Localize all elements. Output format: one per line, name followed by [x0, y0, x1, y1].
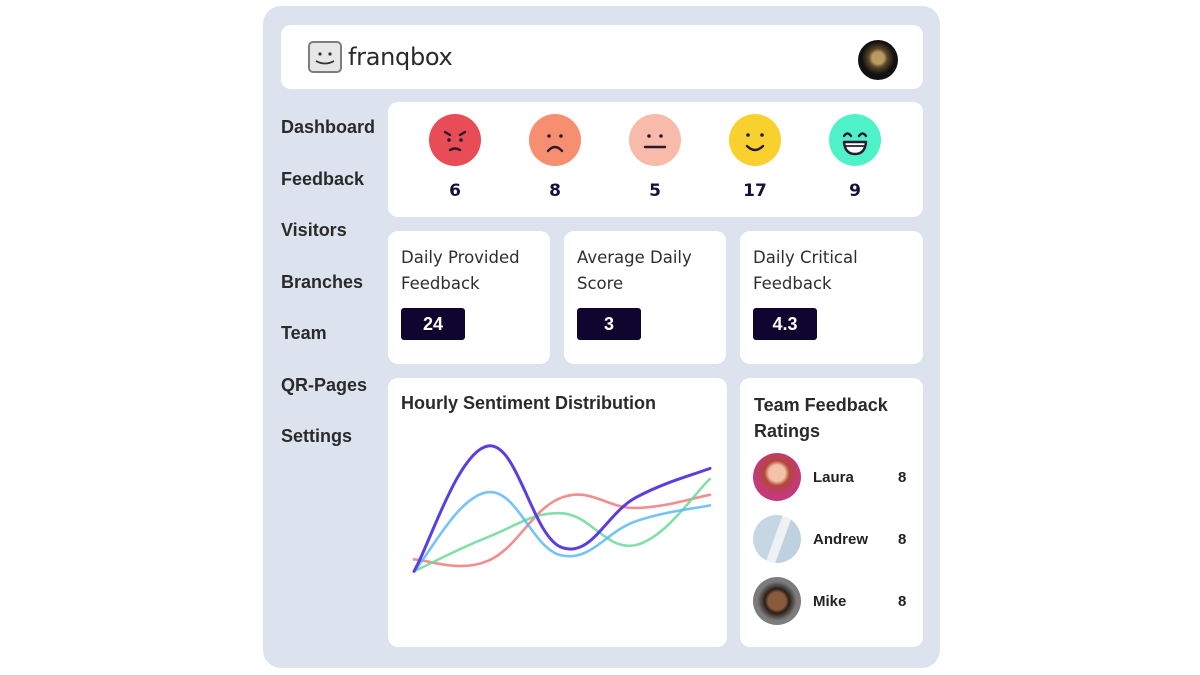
team-feedback-ratings: Team Feedback Ratings Laura 8 Andrew 8 M…	[740, 378, 923, 647]
member-score: 8	[898, 468, 907, 486]
stat-value: 3	[577, 308, 641, 340]
team-member-row[interactable]: Mike 8	[753, 576, 913, 626]
sidebar-nav: Dashboard Feedback Visitors Branches Tea…	[281, 114, 375, 475]
line-chart	[412, 444, 712, 573]
member-avatar	[753, 577, 801, 625]
happy-face-icon	[729, 114, 781, 166]
sidebar-item-branches[interactable]: Branches	[281, 269, 375, 321]
sentiment-summary: 6 8 5 17 9	[388, 102, 923, 217]
sidebar-item-visitors[interactable]: Visitors	[281, 217, 375, 269]
hourly-sentiment-chart: Hourly Sentiment Distribution	[388, 378, 727, 647]
sidebar-item-settings[interactable]: Settings	[281, 423, 375, 475]
angry-count: 6	[449, 181, 461, 201]
sentiment-very-happy: 9	[825, 114, 885, 201]
series-line-purple	[412, 444, 712, 573]
stat-label: Daily Critical Feedback	[753, 245, 858, 297]
team-member-row[interactable]: Laura 8	[753, 452, 913, 502]
sidebar-item-qr-pages[interactable]: QR-Pages	[281, 372, 375, 424]
stat-card-daily-critical-feedback: Daily Critical Feedback 4.3	[740, 231, 923, 364]
sidebar-item-team[interactable]: Team	[281, 320, 375, 372]
stat-value: 4.3	[753, 308, 817, 340]
sentiment-angry: 6	[425, 114, 485, 201]
stat-label-line: Feedback	[753, 274, 832, 293]
stat-label-line: Daily Critical	[753, 248, 858, 267]
angry-face-icon	[429, 114, 481, 166]
stat-card-average-daily-score: Average Daily Score 3	[564, 231, 726, 364]
app-frame: franqbox Dashboard Feedback Visitors Bra…	[263, 6, 940, 668]
app-name: franqbox	[348, 43, 453, 71]
stat-label: Daily Provided Feedback	[401, 245, 520, 297]
team-title-line: Ratings	[754, 421, 821, 441]
stat-value: 24	[401, 308, 465, 340]
stat-label-line: Average Daily	[577, 248, 692, 267]
member-name: Laura	[813, 468, 854, 486]
smiley-box-icon	[308, 41, 342, 73]
sad-face-icon	[529, 114, 581, 166]
stat-label-line: Feedback	[401, 274, 480, 293]
top-bar: franqbox	[281, 25, 923, 89]
very-happy-count: 9	[849, 181, 861, 201]
member-avatar	[753, 453, 801, 501]
stat-card-daily-provided-feedback: Daily Provided Feedback 24	[388, 231, 550, 364]
member-name: Andrew	[813, 530, 869, 548]
sentiment-sad: 8	[525, 114, 585, 201]
user-avatar[interactable]	[858, 40, 898, 80]
member-avatar	[753, 515, 801, 563]
sad-count: 8	[549, 181, 561, 201]
sidebar-item-dashboard[interactable]: Dashboard	[281, 114, 375, 166]
logo[interactable]: franqbox	[308, 41, 453, 73]
team-title-line: Team Feedback	[754, 395, 888, 415]
neutral-face-icon	[629, 114, 681, 166]
sentiment-happy: 17	[725, 114, 785, 201]
member-score: 8	[898, 530, 907, 548]
very-happy-face-icon	[829, 114, 881, 166]
stat-label: Average Daily Score	[577, 245, 692, 297]
sidebar-item-feedback[interactable]: Feedback	[281, 166, 375, 218]
series-line-green	[412, 477, 712, 573]
stat-label-line: Daily Provided	[401, 248, 520, 267]
member-score: 8	[898, 592, 907, 610]
stat-label-line: Score	[577, 274, 624, 293]
team-member-row[interactable]: Andrew 8	[753, 514, 913, 564]
sentiment-neutral: 5	[625, 114, 685, 201]
happy-count: 17	[743, 181, 767, 201]
team-title: Team Feedback Ratings	[754, 392, 888, 444]
member-name: Mike	[813, 592, 847, 610]
neutral-count: 5	[649, 181, 661, 201]
